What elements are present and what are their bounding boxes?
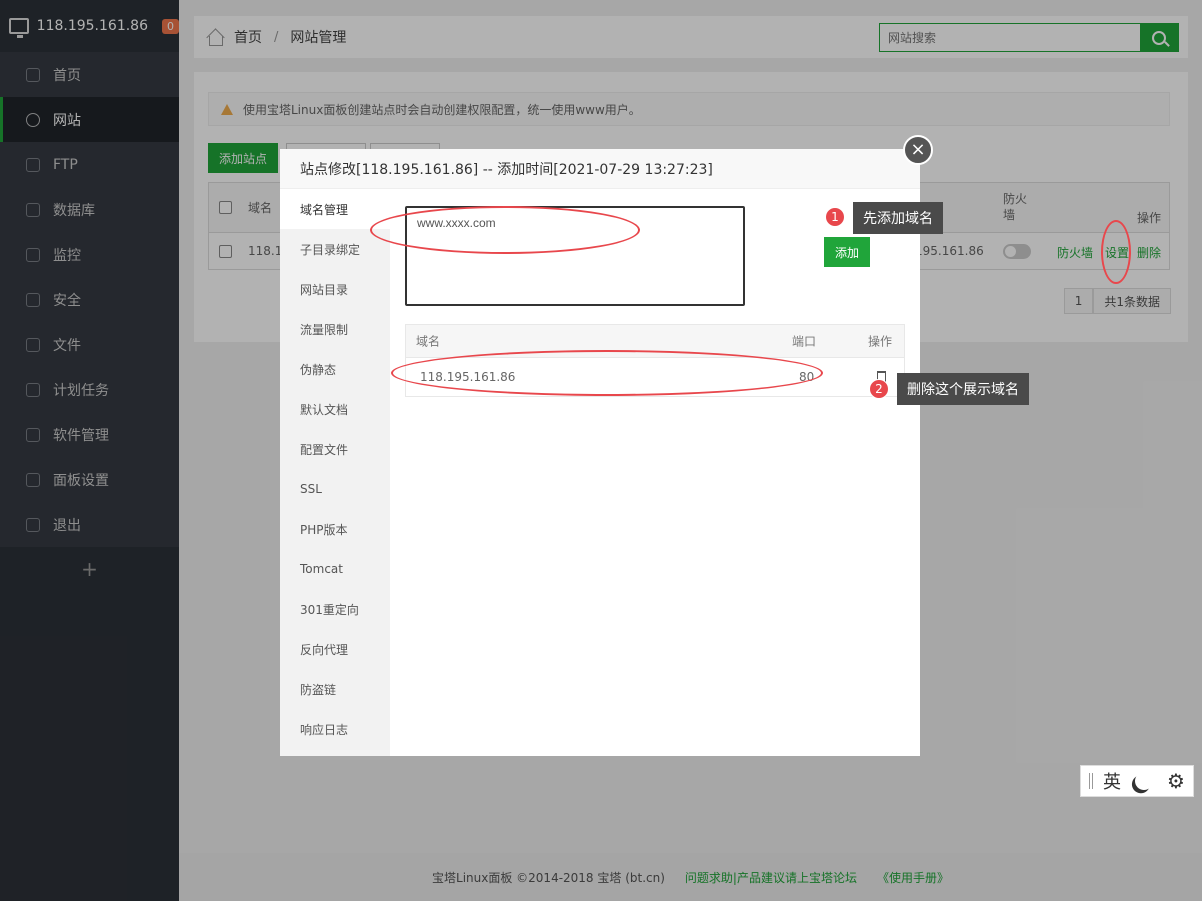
tab-tomcat[interactable]: Tomcat [280, 549, 390, 589]
annotation-step-number: 2 [869, 379, 889, 399]
ime-toolbar: 英 ⚙ [1080, 765, 1194, 797]
annotation-ellipse [370, 206, 640, 254]
annotation-step-number: 1 [825, 207, 845, 227]
tab-site-directory[interactable]: 网站目录 [280, 269, 390, 309]
tab-hotlink-protection[interactable]: 防盗链 [280, 669, 390, 709]
moon-icon[interactable] [1132, 769, 1155, 792]
tab-response-log[interactable]: 响应日志 [280, 709, 390, 749]
tab-config-file[interactable]: 配置文件 [280, 429, 390, 469]
tab-php-version[interactable]: PHP版本 [280, 509, 390, 549]
drag-handle-icon[interactable] [1089, 773, 1093, 789]
tab-redirect-301[interactable]: 301重定向 [280, 589, 390, 629]
tab-reverse-proxy[interactable]: 反向代理 [280, 629, 390, 669]
ime-language-toggle[interactable]: 英 [1103, 768, 1121, 794]
modal-tabs: 域名管理 子目录绑定 网站目录 流量限制 伪静态 默认文档 配置文件 SSL P… [280, 189, 390, 756]
gear-icon[interactable]: ⚙ [1167, 769, 1185, 793]
annotation-ellipse [391, 350, 823, 396]
column-port: 端口 [792, 334, 817, 349]
modal-content: 添加 域名 端口 操作 118.195.161.86 80 [390, 189, 920, 756]
tab-ssl[interactable]: SSL [280, 469, 390, 509]
annotation-ellipse [1101, 220, 1131, 284]
modal-close-button[interactable]: × [903, 135, 933, 165]
column-domain: 域名 [416, 334, 441, 349]
modal-title: 站点修改[118.195.161.86] -- 添加时间[2021-07-29 … [280, 149, 920, 189]
tab-default-doc[interactable]: 默认文档 [280, 389, 390, 429]
tab-rewrite[interactable]: 伪静态 [280, 349, 390, 389]
annotation-step-text: 先添加域名 [853, 202, 943, 234]
tab-traffic-limit[interactable]: 流量限制 [280, 309, 390, 349]
add-domain-button[interactable]: 添加 [824, 237, 870, 267]
annotation-step-text: 删除这个展示域名 [897, 373, 1029, 405]
column-ops: 操作 [868, 334, 893, 349]
